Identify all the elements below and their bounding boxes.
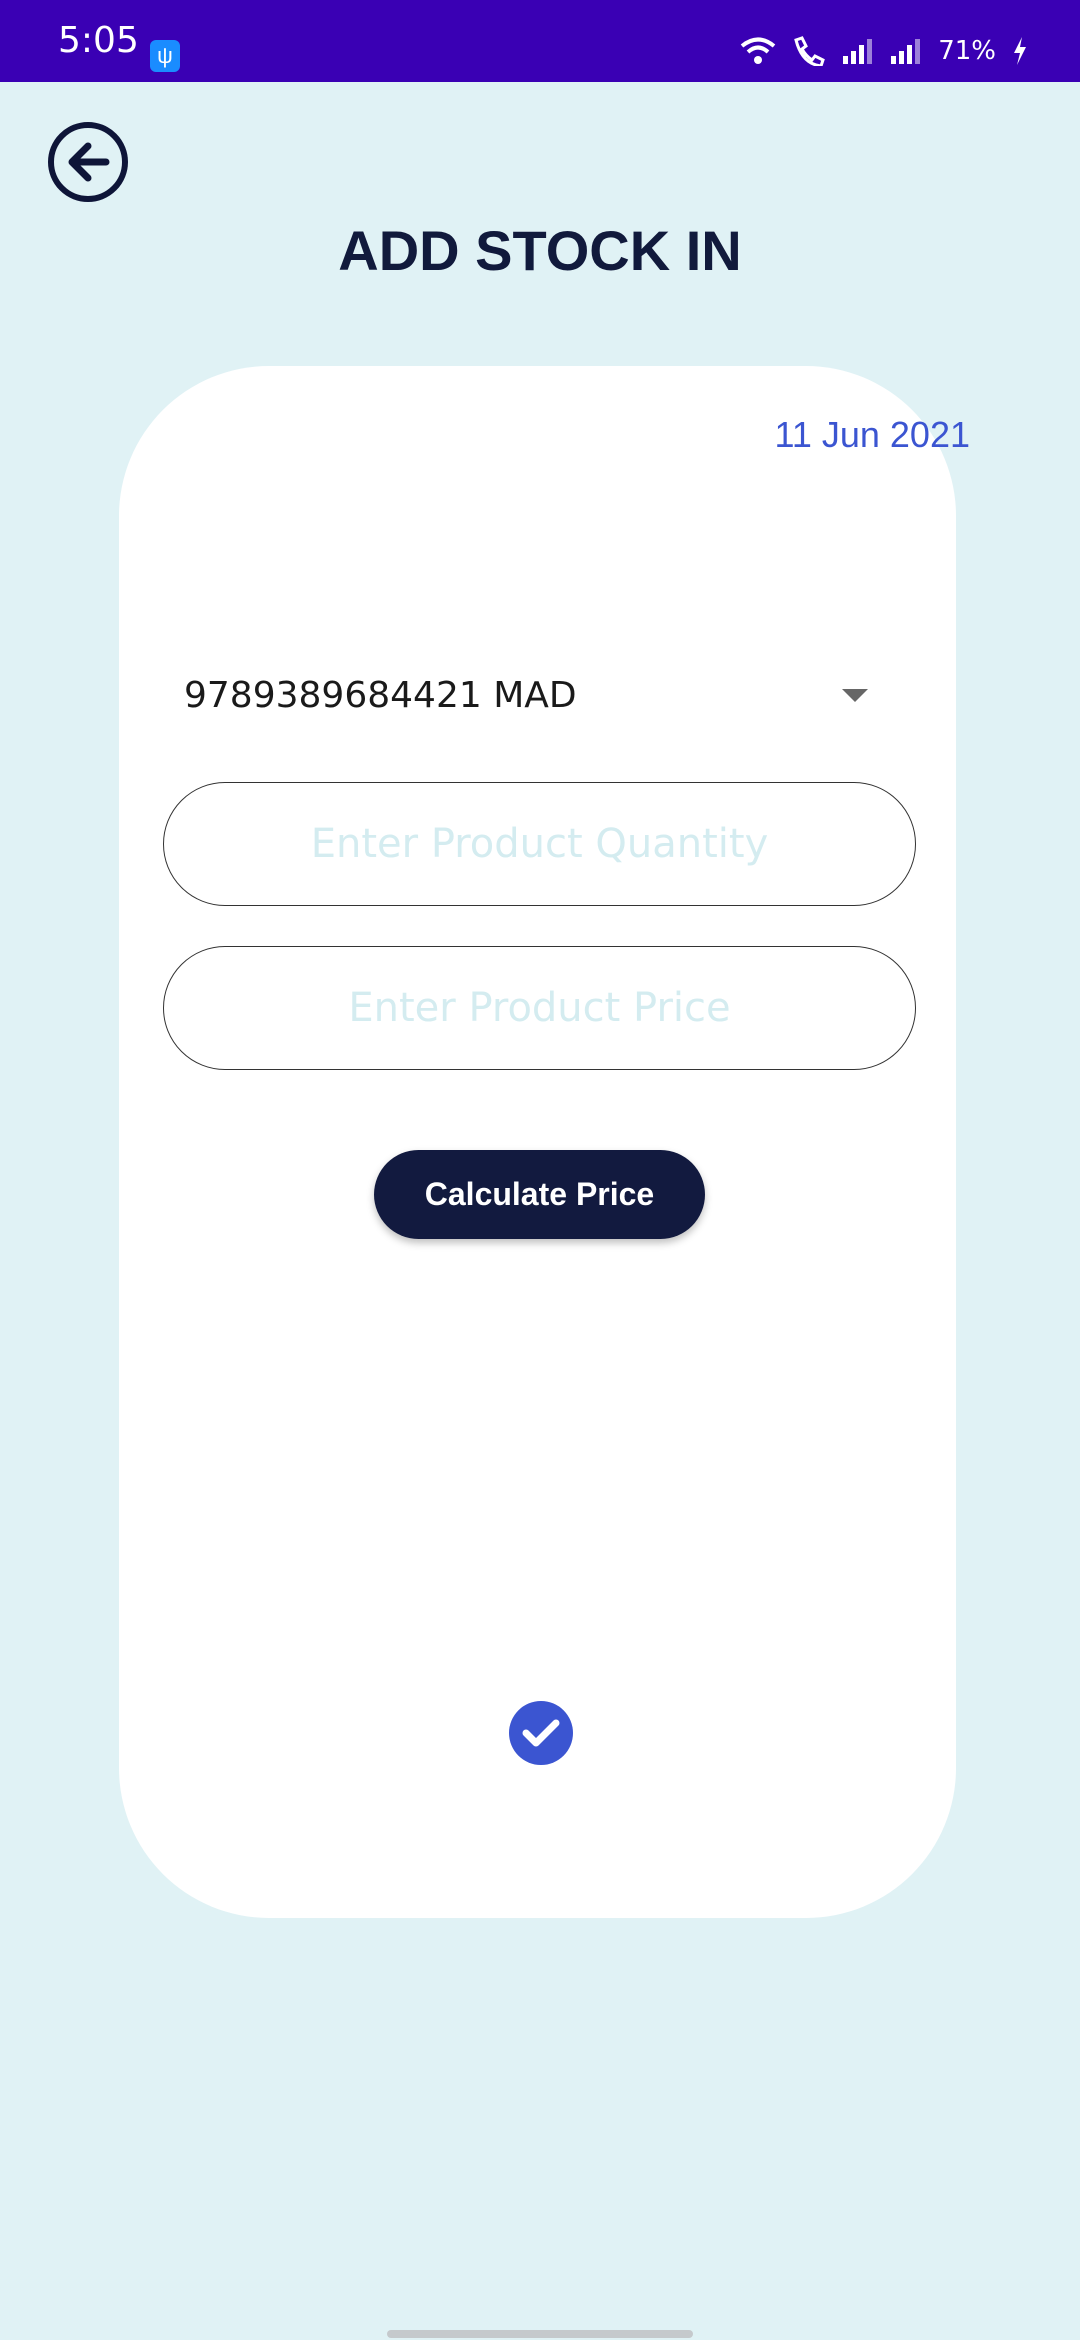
date-label[interactable]: 11 Jun 2021 (774, 414, 970, 456)
back-button[interactable] (48, 122, 128, 202)
call-icon (794, 36, 826, 66)
page-title: ADD STOCK IN (338, 219, 742, 282)
signal-icon-2 (891, 39, 921, 64)
wifi-icon (740, 37, 776, 64)
signal-icon (843, 39, 873, 64)
status-bar: 5:05 ψ 71% (0, 0, 1080, 82)
confirm-button[interactable] (509, 1701, 573, 1765)
product-select-value: 9789389684421 MAD (184, 674, 577, 716)
arrow-left-icon (68, 142, 110, 182)
dropdown-arrow-icon (842, 688, 868, 702)
quantity-input[interactable] (164, 821, 915, 867)
calculate-price-button[interactable]: Calculate Price (374, 1150, 705, 1239)
battery-percent: 71% (938, 36, 996, 66)
charging-icon (1014, 37, 1026, 65)
usb-icon: ψ (150, 40, 180, 72)
price-field-container (163, 946, 916, 1070)
price-input[interactable] (164, 985, 915, 1031)
status-icons: 71% (740, 36, 1028, 66)
home-indicator[interactable] (387, 2330, 693, 2338)
product-select[interactable]: 9789389684421 MAD (184, 655, 884, 735)
quantity-field-container (163, 782, 916, 906)
check-icon (522, 1719, 560, 1747)
status-time: 5:05 (58, 20, 139, 61)
stock-form-card (119, 366, 956, 1918)
